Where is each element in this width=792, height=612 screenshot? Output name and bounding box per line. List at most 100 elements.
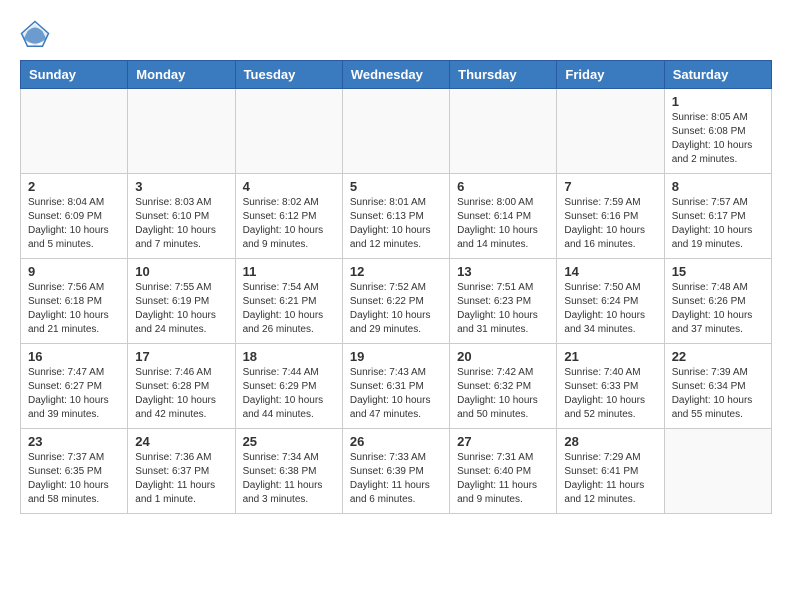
calendar-cell: 15 Sunrise: 7:48 AM Sunset: 6:26 PM Dayli… [664, 259, 771, 344]
day-number: 21 [564, 349, 656, 364]
calendar-table: SundayMondayTuesdayWednesdayThursdayFrid… [20, 60, 772, 514]
day-info: Sunrise: 8:00 AM Sunset: 6:14 PM Dayligh… [457, 196, 549, 252]
day-header-friday: Friday [557, 61, 664, 89]
day-number: 22 [672, 349, 764, 364]
calendar-cell [235, 89, 342, 174]
day-number: 23 [28, 434, 120, 449]
calendar-cell: 17 Sunrise: 7:46 AM Sunset: 6:28 PM Dayli… [128, 344, 235, 429]
day-number: 6 [457, 179, 549, 194]
day-number: 24 [135, 434, 227, 449]
calendar-cell [450, 89, 557, 174]
day-info: Sunrise: 7:44 AM Sunset: 6:29 PM Dayligh… [243, 366, 335, 422]
day-info: Sunrise: 7:47 AM Sunset: 6:27 PM Dayligh… [28, 366, 120, 422]
day-number: 10 [135, 264, 227, 279]
day-number: 27 [457, 434, 549, 449]
day-number: 16 [28, 349, 120, 364]
calendar-cell: 5 Sunrise: 8:01 AM Sunset: 6:13 PM Daylig… [342, 174, 449, 259]
calendar-cell: 14Sunrise: 7:50 AM Sunset: 6:24 PM Dayli… [557, 259, 664, 344]
calendar-cell: 24 Sunrise: 7:36 AM Sunset: 6:37 PM Dayli… [128, 429, 235, 514]
calendar-cell: 20 Sunrise: 7:42 AM Sunset: 6:32 PM Dayli… [450, 344, 557, 429]
calendar-cell: 10 Sunrise: 7:55 AM Sunset: 6:19 PM Dayli… [128, 259, 235, 344]
calendar-cell: 21 Sunrise: 7:40 AM Sunset: 6:33 PM Dayli… [557, 344, 664, 429]
day-number: 4 [243, 179, 335, 194]
day-number: 2 [28, 179, 120, 194]
day-info: Sunrise: 7:54 AM Sunset: 6:21 PM Dayligh… [243, 281, 335, 337]
day-number: 11 [243, 264, 335, 279]
calendar-cell: 2 Sunrise: 8:04 AM Sunset: 6:09 PM Daylig… [21, 174, 128, 259]
calendar-cell [342, 89, 449, 174]
week-row-4: 16 Sunrise: 7:47 AM Sunset: 6:27 PM Dayli… [21, 344, 772, 429]
calendar-cell: 13 Sunrise: 7:51 AM Sunset: 6:23 PM Dayli… [450, 259, 557, 344]
day-info: Sunrise: 8:01 AM Sunset: 6:13 PM Dayligh… [350, 196, 442, 252]
day-info: Sunrise: 7:33 AM Sunset: 6:39 PM Dayligh… [350, 451, 442, 507]
day-number: 20 [457, 349, 549, 364]
day-number: 9 [28, 264, 120, 279]
day-info: Sunrise: 7:59 AM Sunset: 6:16 PM Dayligh… [564, 196, 656, 252]
day-info: Sunrise: 7:31 AM Sunset: 6:40 PM Dayligh… [457, 451, 549, 507]
calendar-cell: 9 Sunrise: 7:56 AM Sunset: 6:18 PM Daylig… [21, 259, 128, 344]
calendar-cell [128, 89, 235, 174]
day-info: Sunrise: 7:43 AM Sunset: 6:31 PM Dayligh… [350, 366, 442, 422]
day-info: Sunrise: 7:48 AM Sunset: 6:26 PM Dayligh… [672, 281, 764, 337]
day-info: Sunrise: 7:37 AM Sunset: 6:35 PM Dayligh… [28, 451, 120, 507]
calendar-cell [664, 429, 771, 514]
day-info: Sunrise: 7:51 AM Sunset: 6:23 PM Dayligh… [457, 281, 549, 337]
day-number: 7 [564, 179, 656, 194]
calendar-cell: 23 Sunrise: 7:37 AM Sunset: 6:35 PM Dayli… [21, 429, 128, 514]
day-number: 18 [243, 349, 335, 364]
calendar-cell: 28 Sunrise: 7:29 AM Sunset: 6:41 PM Dayli… [557, 429, 664, 514]
calendar-cell: 16 Sunrise: 7:47 AM Sunset: 6:27 PM Dayli… [21, 344, 128, 429]
day-info: Sunrise: 7:46 AM Sunset: 6:28 PM Dayligh… [135, 366, 227, 422]
week-row-3: 9 Sunrise: 7:56 AM Sunset: 6:18 PM Daylig… [21, 259, 772, 344]
day-number: 13 [457, 264, 549, 279]
day-number: 8 [672, 179, 764, 194]
day-info: Sunrise: 8:05 AM Sunset: 6:08 PM Dayligh… [672, 111, 764, 167]
day-header-monday: Monday [128, 61, 235, 89]
day-info: Sunrise: 8:04 AM Sunset: 6:09 PM Dayligh… [28, 196, 120, 252]
calendar-cell: 25Sunrise: 7:34 AM Sunset: 6:38 PM Dayli… [235, 429, 342, 514]
day-info: Sunrise: 7:56 AM Sunset: 6:18 PM Dayligh… [28, 281, 120, 337]
calendar-cell: 1 Sunrise: 8:05 AM Sunset: 6:08 PM Daylig… [664, 89, 771, 174]
calendar-cell: 8 Sunrise: 7:57 AM Sunset: 6:17 PM Daylig… [664, 174, 771, 259]
day-info: Sunrise: 7:42 AM Sunset: 6:32 PM Dayligh… [457, 366, 549, 422]
day-number: 19 [350, 349, 442, 364]
calendar-cell [21, 89, 128, 174]
day-info: Sunrise: 7:55 AM Sunset: 6:19 PM Dayligh… [135, 281, 227, 337]
day-header-wednesday: Wednesday [342, 61, 449, 89]
day-info: Sunrise: 7:57 AM Sunset: 6:17 PM Dayligh… [672, 196, 764, 252]
calendar-cell: 18 Sunrise: 7:44 AM Sunset: 6:29 PM Dayli… [235, 344, 342, 429]
calendar-cell: 19 Sunrise: 7:43 AM Sunset: 6:31 PM Dayli… [342, 344, 449, 429]
day-number: 5 [350, 179, 442, 194]
day-info: Sunrise: 8:03 AM Sunset: 6:10 PM Dayligh… [135, 196, 227, 252]
calendar-cell: 22 Sunrise: 7:39 AM Sunset: 6:34 PM Dayli… [664, 344, 771, 429]
calendar-cell: 12 Sunrise: 7:52 AM Sunset: 6:22 PM Dayli… [342, 259, 449, 344]
day-number: 15 [672, 264, 764, 279]
day-info: Sunrise: 7:36 AM Sunset: 6:37 PM Dayligh… [135, 451, 227, 507]
day-header-tuesday: Tuesday [235, 61, 342, 89]
week-row-5: 23 Sunrise: 7:37 AM Sunset: 6:35 PM Dayli… [21, 429, 772, 514]
calendar-cell [557, 89, 664, 174]
calendar-cell: 3Sunrise: 8:03 AM Sunset: 6:10 PM Daylig… [128, 174, 235, 259]
day-info: Sunrise: 8:02 AM Sunset: 6:12 PM Dayligh… [243, 196, 335, 252]
day-header-saturday: Saturday [664, 61, 771, 89]
day-number: 17 [135, 349, 227, 364]
calendar-cell: 27 Sunrise: 7:31 AM Sunset: 6:40 PM Dayli… [450, 429, 557, 514]
day-number: 1 [672, 94, 764, 109]
week-row-2: 2 Sunrise: 8:04 AM Sunset: 6:09 PM Daylig… [21, 174, 772, 259]
day-info: Sunrise: 7:52 AM Sunset: 6:22 PM Dayligh… [350, 281, 442, 337]
day-info: Sunrise: 7:39 AM Sunset: 6:34 PM Dayligh… [672, 366, 764, 422]
day-info: Sunrise: 7:40 AM Sunset: 6:33 PM Dayligh… [564, 366, 656, 422]
logo [20, 20, 54, 50]
page-header [20, 20, 772, 50]
calendar-cell: 4 Sunrise: 8:02 AM Sunset: 6:12 PM Daylig… [235, 174, 342, 259]
day-number: 28 [564, 434, 656, 449]
day-number: 12 [350, 264, 442, 279]
day-info: Sunrise: 7:29 AM Sunset: 6:41 PM Dayligh… [564, 451, 656, 507]
day-header-sunday: Sunday [21, 61, 128, 89]
day-number: 14 [564, 264, 656, 279]
calendar-cell: 7 Sunrise: 7:59 AM Sunset: 6:16 PM Daylig… [557, 174, 664, 259]
day-info: Sunrise: 7:34 AM Sunset: 6:38 PM Dayligh… [243, 451, 335, 507]
day-number: 26 [350, 434, 442, 449]
week-row-1: 1 Sunrise: 8:05 AM Sunset: 6:08 PM Daylig… [21, 89, 772, 174]
calendar-cell: 6 Sunrise: 8:00 AM Sunset: 6:14 PM Daylig… [450, 174, 557, 259]
